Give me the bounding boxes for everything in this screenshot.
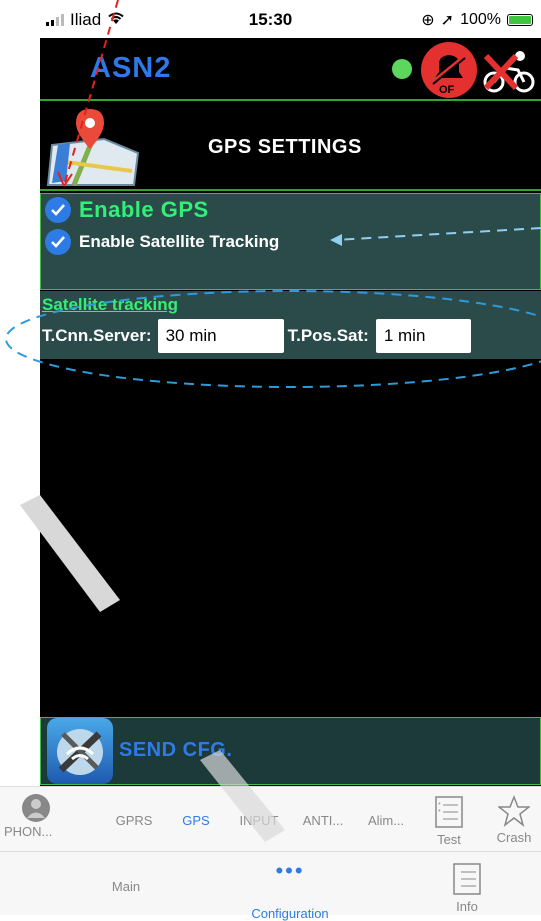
satellite-tracking-fields: T.Cnn.Server: 30 min T.Pos.Sat: 1 min — [42, 319, 471, 353]
map-pin-icon — [44, 105, 142, 189]
tab-main[interactable]: Main — [98, 879, 154, 894]
send-config-button[interactable]: SEND CFG. — [119, 739, 232, 762]
cnn-server-field[interactable]: 30 min — [157, 319, 284, 353]
location-arrow-icon: ➚ — [440, 12, 455, 29]
status-bar: Iliad 15:30 ⊕ ➚ 100% — [0, 0, 541, 38]
gps-options-panel: Enable GPS Enable Satellite Tracking — [40, 193, 541, 290]
svg-text:*: * — [438, 809, 441, 816]
tab-phone-label: PHON... — [4, 824, 53, 839]
list-icon — [453, 863, 481, 895]
app-header: ASN2 OF — [40, 38, 541, 98]
enable-gps-label: Enable GPS — [79, 197, 209, 222]
rotation-lock-icon: ⊕ — [421, 12, 435, 29]
tab-info[interactable]: Info — [440, 862, 494, 914]
battery-icon — [507, 14, 533, 26]
checkmark-icon[interactable] — [45, 197, 71, 223]
app-title: ASN2 — [90, 52, 172, 84]
settings-tab-bar: PHON... GPRS GPS INPUT ANTI... Alim... *… — [0, 786, 541, 852]
tab-phone[interactable]: PHON... — [4, 793, 68, 839]
tab-alim[interactable]: Alim... — [358, 813, 414, 828]
checkmark-icon[interactable] — [45, 229, 71, 255]
enable-satellite-row[interactable]: Enable Satellite Tracking — [45, 229, 279, 255]
satellite-tracking-panel: Satellite tracking T.Cnn.Server: 30 min … — [40, 291, 541, 359]
alarm-off-button[interactable]: OF — [421, 42, 477, 98]
tab-gps[interactable]: GPS — [172, 813, 220, 828]
alarm-state-label: OF — [439, 84, 455, 96]
star-icon — [496, 794, 532, 827]
enable-gps-row[interactable]: Enable GPS — [45, 197, 209, 223]
motorbike-off-icon[interactable] — [480, 46, 540, 96]
enable-satellite-label: Enable Satellite Tracking — [79, 232, 280, 251]
more-dots-icon: ••• — [275, 858, 305, 883]
svg-text:*: * — [438, 802, 441, 809]
tab-crash-label: Crash — [496, 830, 532, 845]
page-title: GPS SETTINGS — [208, 136, 362, 158]
main-tab-bar: Main ••• Configuration Info — [0, 851, 541, 921]
satellite-tracking-title: Satellite tracking — [42, 295, 179, 314]
tab-input[interactable]: INPUT — [232, 813, 286, 828]
battery-percent: 100% — [460, 11, 501, 28]
tab-test[interactable]: * * Test — [422, 795, 476, 847]
app-window: ASN2 OF GPS SETTINGS Enable GPS Enable S… — [40, 38, 541, 786]
connection-status-dot — [392, 59, 412, 79]
pos-sat-field[interactable]: 1 min — [375, 319, 471, 353]
tab-configuration[interactable]: ••• Configuration — [240, 858, 340, 921]
tab-gprs[interactable]: GPRS — [106, 813, 162, 828]
send-config-bar[interactable]: SEND CFG. — [40, 717, 541, 785]
section-header: GPS SETTINGS — [40, 99, 541, 191]
tab-anti[interactable]: ANTI... — [292, 813, 354, 828]
tab-test-label: Test — [437, 832, 461, 847]
wifi-tools-icon[interactable] — [47, 718, 113, 784]
tab-info-label: Info — [456, 899, 478, 914]
list-icon: ** — [435, 796, 463, 828]
pos-sat-label: T.Pos.Sat: — [287, 326, 369, 345]
cnn-server-label: T.Cnn.Server: — [42, 326, 152, 345]
status-right: ⊕ ➚ 100% — [421, 10, 533, 30]
avatar-icon — [22, 794, 50, 822]
tab-crash[interactable]: Crash — [488, 794, 540, 845]
